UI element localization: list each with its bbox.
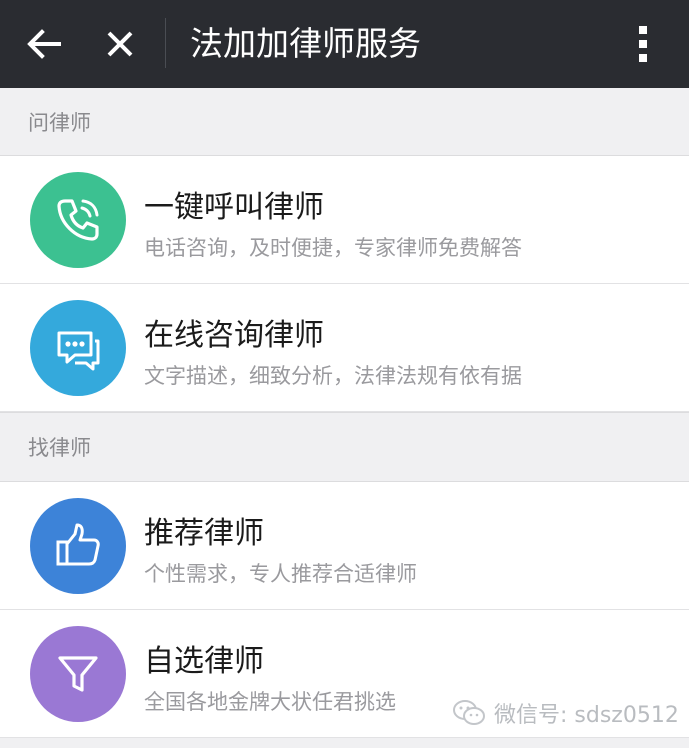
item-subtitle: 个性需求，专人推荐合适律师 <box>144 562 417 586</box>
close-icon <box>107 31 133 57</box>
list-item-call-lawyer[interactable]: 一键呼叫律师 电话咨询，及时便捷，专家律师免费解答 <box>0 156 689 284</box>
thumbs-up-icon <box>56 523 100 566</box>
item-subtitle: 全国各地金牌大状任君挑选 <box>144 690 396 714</box>
item-subtitle: 文字描述，细致分析，法律法规有依有据 <box>144 364 522 388</box>
page-title: 法加加律师服务 <box>190 24 421 63</box>
section-header-ask-lawyer: 问律师 <box>0 88 689 156</box>
phone-icon <box>57 199 99 241</box>
bottom-strip <box>0 740 689 748</box>
section-label: 问律师 <box>28 110 91 135</box>
chat-bubble-icon <box>57 331 100 371</box>
more-vertical-icon <box>639 26 647 62</box>
item-title: 一键呼叫律师 <box>144 190 324 225</box>
watermark-text: 微信号: sdsz0512 <box>494 703 679 728</box>
item-subtitle: 电话咨询，及时便捷，专家律师免费解答 <box>144 236 522 260</box>
list-item-online-consult[interactable]: 在线咨询律师 文字描述，细致分析，法律法规有依有据 <box>0 284 689 412</box>
section-header-find-lawyer: 找律师 <box>0 412 689 482</box>
wechat-watermark: 微信号: sdsz0512 <box>452 693 679 733</box>
item-title: 自选律师 <box>144 644 264 679</box>
section-label: 找律师 <box>28 436 91 460</box>
more-menu-button[interactable] <box>626 20 660 68</box>
top-app-bar: 法加加律师服务 <box>0 0 689 88</box>
back-button[interactable] <box>22 22 66 66</box>
recommended-lawyer-icon-badge <box>30 498 126 594</box>
list-item-recommended-lawyer[interactable]: 推荐律师 个性需求，专人推荐合适律师 <box>0 482 689 610</box>
arrow-left-icon <box>27 29 61 59</box>
item-title: 在线咨询律师 <box>144 318 324 353</box>
online-consult-icon-badge <box>30 300 126 396</box>
wechat-logo-icon <box>453 700 485 725</box>
choose-lawyer-icon-badge <box>30 626 126 722</box>
header-divider <box>165 18 166 68</box>
call-lawyer-icon-badge <box>30 172 126 268</box>
filter-icon <box>58 656 98 692</box>
close-button[interactable] <box>98 22 142 66</box>
item-title: 推荐律师 <box>144 516 264 551</box>
